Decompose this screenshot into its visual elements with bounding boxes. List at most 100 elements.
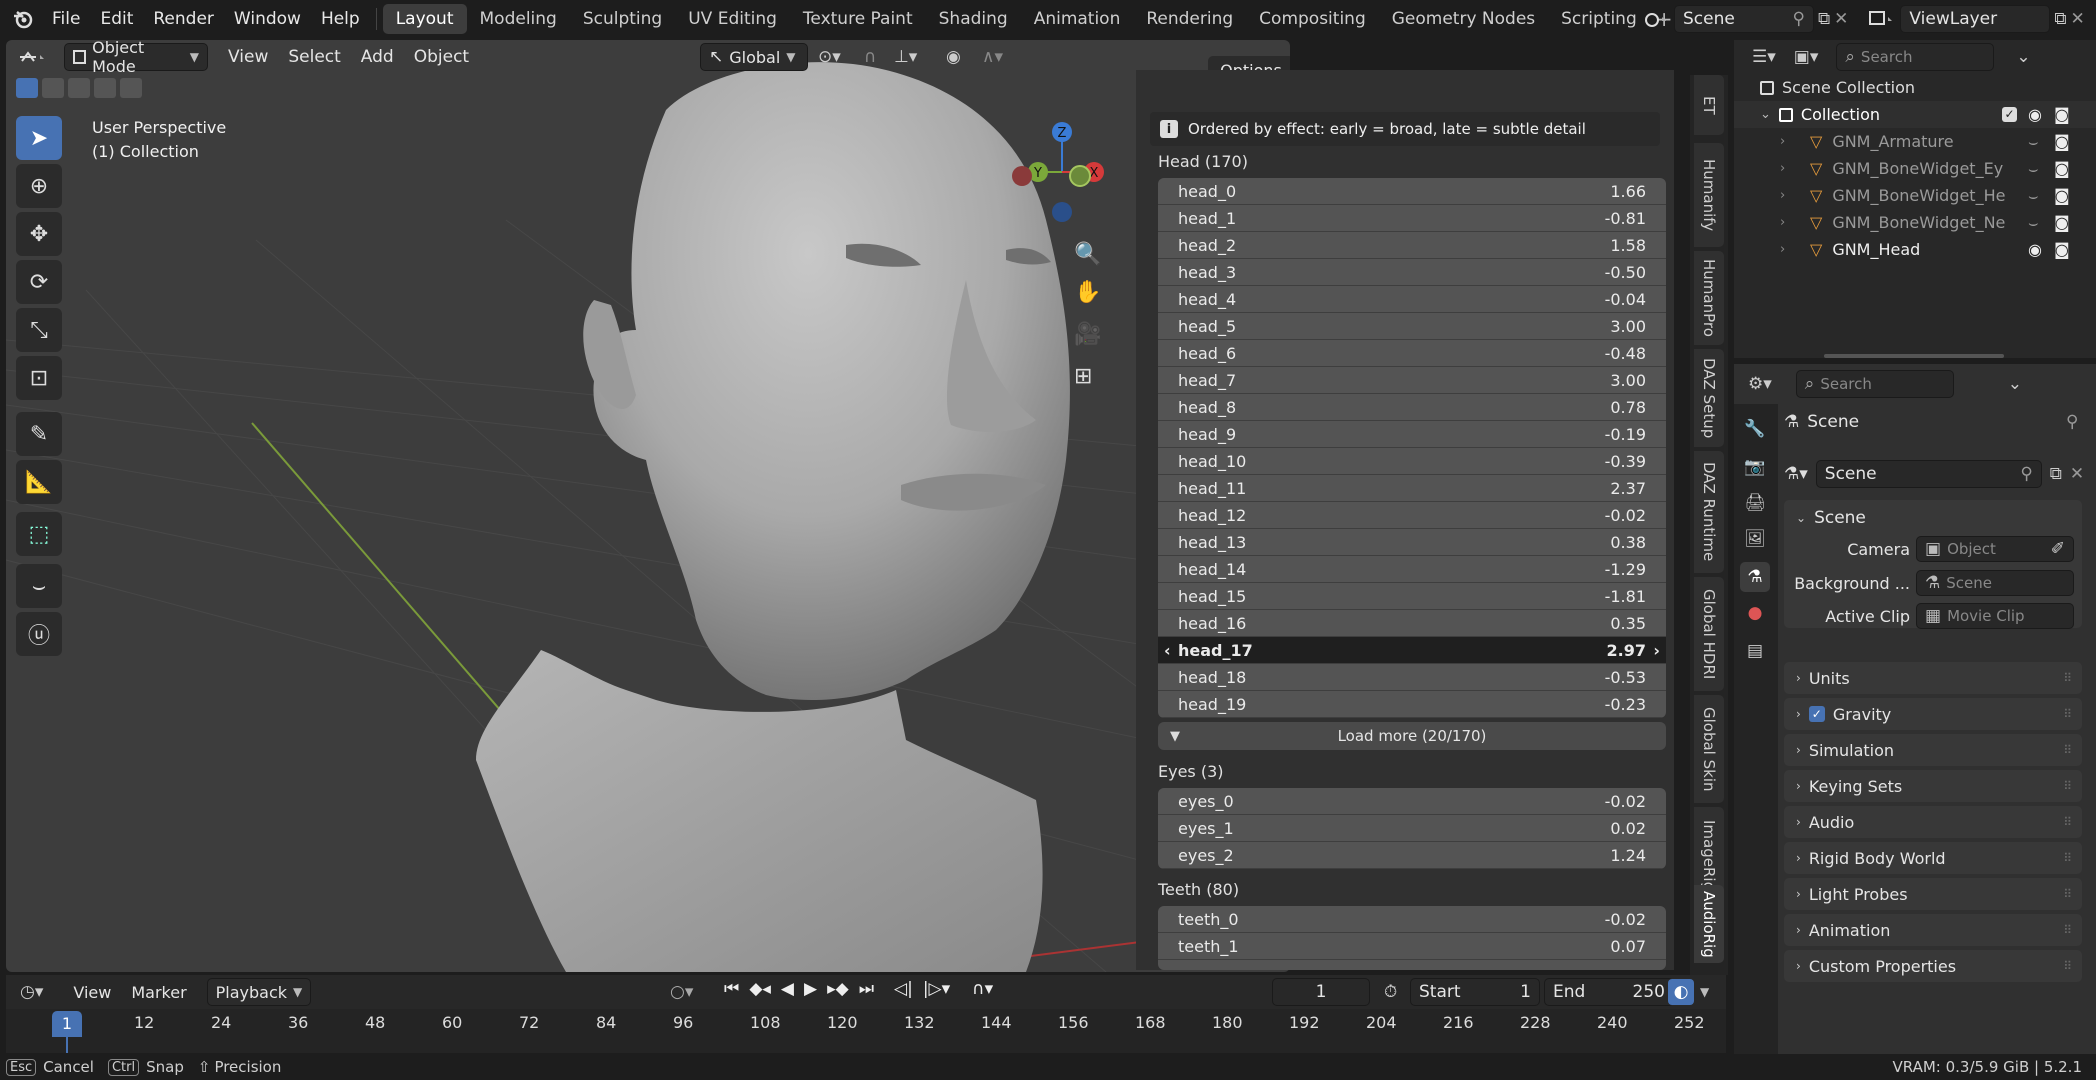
new-view-layer-icon[interactable]: ⧉ [2054, 9, 2066, 29]
start-frame-field[interactable]: Start 1 [1410, 978, 1540, 1006]
tool-measure[interactable]: 📐 [16, 460, 62, 504]
properties-section-units[interactable]: › Units ⠿ [1784, 662, 2082, 694]
tab-scripting[interactable]: Scripting [1548, 4, 1650, 34]
tool-add-cube[interactable]: ⬚ [16, 512, 62, 556]
properties-section-simulation[interactable]: › Simulation ⠿ [1784, 734, 2082, 766]
menu-file[interactable]: File [42, 9, 90, 29]
tool-addon[interactable]: ⓤ [16, 612, 62, 656]
head-slider-row[interactable]: head_12 -0.02 [1158, 502, 1666, 529]
zoom-icon[interactable]: 🔍 [1074, 242, 1101, 267]
tool-transform[interactable]: ⊡ [16, 356, 62, 400]
head-slider-row[interactable]: head_8 0.78 [1158, 394, 1666, 421]
expand-chevron-icon[interactable]: › [1780, 215, 1785, 230]
prev-marker-icon[interactable]: ◁| [894, 979, 913, 999]
outliner-item[interactable]: › ▽ GNM_Armature ⌣ ◙ [1734, 128, 2096, 155]
outliner-collection[interactable]: ⌄ Collection ✓ ◉ ◙ [1734, 101, 2096, 128]
visibility-eye-icon[interactable]: ⌣ [2028, 186, 2039, 206]
snap-settings-icon[interactable]: ⊥▾ [894, 47, 917, 67]
expand-chevron-icon[interactable]: › [1780, 242, 1785, 257]
properties-section-animation[interactable]: › Animation ⠿ [1784, 914, 2082, 946]
blender-logo-icon[interactable] [12, 8, 34, 30]
head-slider-row[interactable]: head_11 2.37 [1158, 475, 1666, 502]
tab-et[interactable]: ET [1694, 75, 1724, 135]
falloff-icon[interactable]: ∧▾ [982, 47, 1003, 67]
head-slider-row[interactable]: head_0 1.66 [1158, 178, 1666, 205]
tab-layout[interactable]: Layout [382, 4, 467, 34]
visibility-eye-icon[interactable]: ⌣ [2028, 159, 2039, 179]
render-camera-icon[interactable]: ◙ [2054, 132, 2070, 151]
head-slider-row[interactable]: head_6 -0.48 [1158, 340, 1666, 367]
tab-daz-runtime[interactable]: DAZ Runtime [1694, 451, 1724, 573]
prev-keyframe-icon[interactable]: ◆◂ [749, 979, 771, 999]
transform-orientation-selector[interactable]: ↖ Global ▼ [700, 43, 808, 71]
head-slider-row[interactable]: ‹ › head_17 2.97 [1158, 637, 1666, 664]
menu-render[interactable]: Render [143, 9, 224, 29]
view-layer-selector[interactable]: ViewLayer [1900, 5, 2051, 33]
tab-geometry-nodes[interactable]: Geometry Nodes [1379, 4, 1548, 34]
eyes-slider-row[interactable]: eyes_2 1.24 [1158, 842, 1666, 869]
sync-icon[interactable]: ◐ [1668, 979, 1694, 1005]
eyedropper-icon[interactable]: ✐ [2051, 539, 2065, 559]
menu-edit[interactable]: Edit [90, 9, 143, 29]
head-slider-row[interactable]: head_15 -1.81 [1158, 583, 1666, 610]
viewport-menu-view[interactable]: View [218, 47, 278, 67]
tab-uv-editing[interactable]: UV Editing [675, 4, 790, 34]
properties-section-custom-properties[interactable]: › Custom Properties ⠿ [1784, 950, 2082, 982]
load-more-button[interactable]: ▼ Load more (20/170) [1158, 722, 1666, 750]
eyes-slider-row[interactable]: eyes_1 0.02 [1158, 815, 1666, 842]
gravity-checkbox[interactable]: ✓ [1808, 706, 1825, 722]
tool-cursor[interactable]: ⊕ [16, 164, 62, 208]
proportional-edit-icon[interactable]: ◉ [946, 47, 961, 67]
tab-shading[interactable]: Shading [926, 4, 1021, 34]
collection-tab-icon[interactable]: ▤ [1740, 636, 1770, 666]
head-slider-row[interactable]: head_13 0.38 [1158, 529, 1666, 556]
editor-type-icon[interactable] [18, 47, 52, 67]
3d-viewport[interactable]: Object Mode ▼ View Select Add Object ↖ G… [6, 40, 1290, 972]
head-slider-row[interactable]: head_9 -0.19 [1158, 421, 1666, 448]
teeth-slider-row[interactable]: teeth_1 0.07 [1158, 933, 1666, 960]
tab-texture-paint[interactable]: Texture Paint [790, 4, 926, 34]
drag-handle-icon[interactable]: ⠿ [2063, 815, 2072, 829]
record-icon[interactable]: ○▾ [670, 982, 693, 1002]
properties-section-audio[interactable]: › Audio ⠿ [1784, 806, 2082, 838]
tab-global-hdri[interactable]: Global HDRI [1694, 577, 1724, 691]
collection-checkbox[interactable]: ✓ [2002, 107, 2017, 122]
play-icon[interactable]: ▶ [804, 979, 817, 999]
visibility-eye-icon[interactable]: ◉ [2028, 105, 2042, 124]
head-slider-row[interactable]: head_7 3.00 [1158, 367, 1666, 394]
select-new-icon[interactable] [16, 78, 38, 98]
ortho-grid-icon[interactable]: ⊞ [1074, 364, 1092, 389]
new-scene-icon[interactable]: ⧉ [1818, 9, 1830, 29]
select-invert-icon[interactable] [94, 78, 116, 98]
expand-chevron-icon[interactable]: › [1780, 188, 1785, 203]
tool-move[interactable]: ✥ [16, 212, 62, 256]
viewport-menu-object[interactable]: Object [404, 47, 479, 67]
head-slider-row[interactable]: head_10 -0.39 [1158, 448, 1666, 475]
tab-daz-setup[interactable]: DAZ Setup [1694, 349, 1724, 447]
outliner-item[interactable]: › ▽ GNM_BoneWidget_He ⌣ ◙ [1734, 182, 2096, 209]
chevron-down-icon[interactable]: ▼ [1700, 985, 1709, 999]
timeline-menu-marker[interactable]: Marker [121, 983, 196, 1002]
viewport-menu-add[interactable]: Add [351, 47, 404, 67]
head-slider-row[interactable]: head_3 -0.50 [1158, 259, 1666, 286]
increment-arrow-icon[interactable]: › [1653, 641, 1660, 660]
render-tab-icon[interactable]: 📷 [1740, 452, 1770, 482]
render-camera-icon[interactable]: ◙ [2054, 186, 2070, 205]
drag-handle-icon[interactable]: ⠿ [2063, 923, 2072, 937]
head-slider-row[interactable]: head_2 1.58 [1158, 232, 1666, 259]
outliner-scene-collection[interactable]: Scene Collection [1734, 74, 2096, 101]
camera-field[interactable]: ▣ Object ✐ [1916, 536, 2074, 562]
render-camera-icon[interactable]: ◙ [2054, 240, 2070, 259]
properties-section-rigid-body-world[interactable]: › Rigid Body World ⠿ [1784, 842, 2082, 874]
head-slider-row[interactable]: head_14 -1.29 [1158, 556, 1666, 583]
outliner-item[interactable]: › ▽ GNM_BoneWidget_Ne ⌣ ◙ [1734, 209, 2096, 236]
drag-handle-icon[interactable]: ⠿ [2063, 707, 2072, 721]
auto-key-icon[interactable]: ∩▾ [972, 979, 993, 999]
properties-search-input[interactable]: ⌕ Search [1795, 370, 1954, 398]
pan-hand-icon[interactable]: ✋ [1074, 280, 1101, 305]
select-subtract-icon[interactable] [68, 78, 90, 98]
viewport-menu-select[interactable]: Select [278, 47, 350, 67]
expand-chevron-icon[interactable]: ⌄ [1760, 107, 1771, 122]
camera-view-icon[interactable]: 🎥 [1074, 322, 1101, 347]
scene-panel-header[interactable]: ⌄ Scene [1784, 500, 2082, 536]
